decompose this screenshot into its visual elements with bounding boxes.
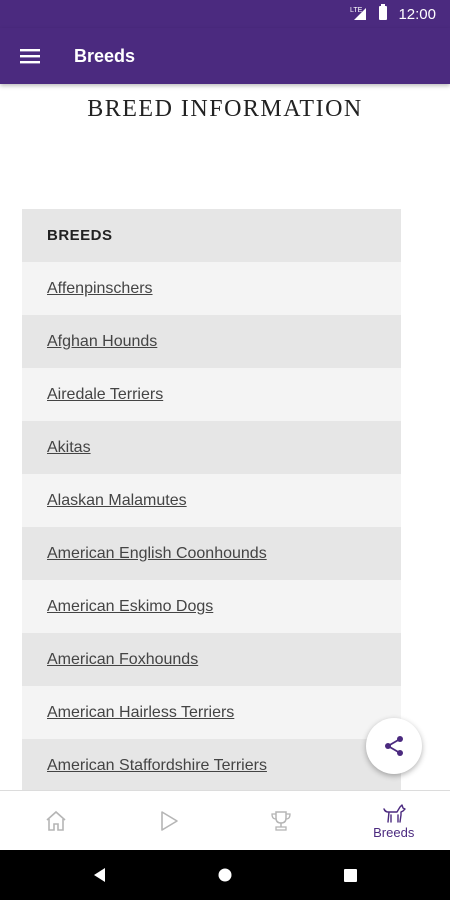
network-icon: LTE (350, 4, 368, 24)
home-icon (46, 810, 66, 831)
nav-breeds-label: Breeds (373, 824, 415, 840)
nav-trophy[interactable] (225, 791, 338, 851)
back-icon (94, 868, 105, 882)
breed-link[interactable]: American Foxhounds (22, 633, 401, 686)
dog-icon (383, 803, 406, 823)
system-navigation-bar (0, 850, 450, 900)
breed-link[interactable]: American Eskimo Dogs (22, 580, 401, 633)
breed-link[interactable]: Affenpinschers (22, 262, 401, 315)
home-circle-icon (218, 868, 232, 882)
breed-link[interactable]: Airedale Terriers (22, 368, 401, 421)
system-back-button[interactable] (38, 868, 163, 882)
breed-link[interactable]: American Hairless Terriers (22, 686, 401, 739)
status-time: 12:00 (398, 5, 436, 23)
battery-icon (378, 4, 388, 24)
system-recents-button[interactable] (288, 868, 413, 882)
breed-link[interactable]: Afghan Hounds (22, 315, 401, 368)
breed-link[interactable]: Alaskan Malamutes (22, 474, 401, 527)
nav-breeds[interactable]: Breeds (338, 791, 450, 851)
breeds-table: BREEDS Affenpinschers Afghan Hounds Aire… (22, 209, 401, 790)
main-content[interactable]: BREED INFORMATION BREEDS Affenpinschers … (0, 84, 450, 790)
app-bar: Breeds (0, 28, 450, 84)
breed-link[interactable]: Akitas (22, 421, 401, 474)
recents-icon (343, 868, 357, 882)
play-icon (160, 811, 178, 831)
nav-home[interactable] (0, 791, 113, 851)
menu-button[interactable] (0, 28, 60, 84)
breed-link[interactable]: American English Coonhounds (22, 527, 401, 580)
nav-play[interactable] (113, 791, 226, 851)
status-bar: LTE 12:00 (0, 0, 450, 28)
menu-icon (20, 49, 40, 64)
bottom-navigation: Breeds (0, 790, 450, 851)
breeds-table-header: BREEDS (22, 209, 401, 262)
trophy-icon (271, 811, 291, 831)
breed-link[interactable]: American Staffordshire Terriers (22, 739, 401, 790)
app-bar-title: Breeds (74, 45, 136, 66)
network-label: LTE (350, 7, 363, 14)
page-title: BREED INFORMATION (87, 96, 363, 122)
share-button[interactable] (366, 718, 422, 774)
share-icon (385, 736, 403, 756)
system-home-button[interactable] (163, 868, 288, 882)
